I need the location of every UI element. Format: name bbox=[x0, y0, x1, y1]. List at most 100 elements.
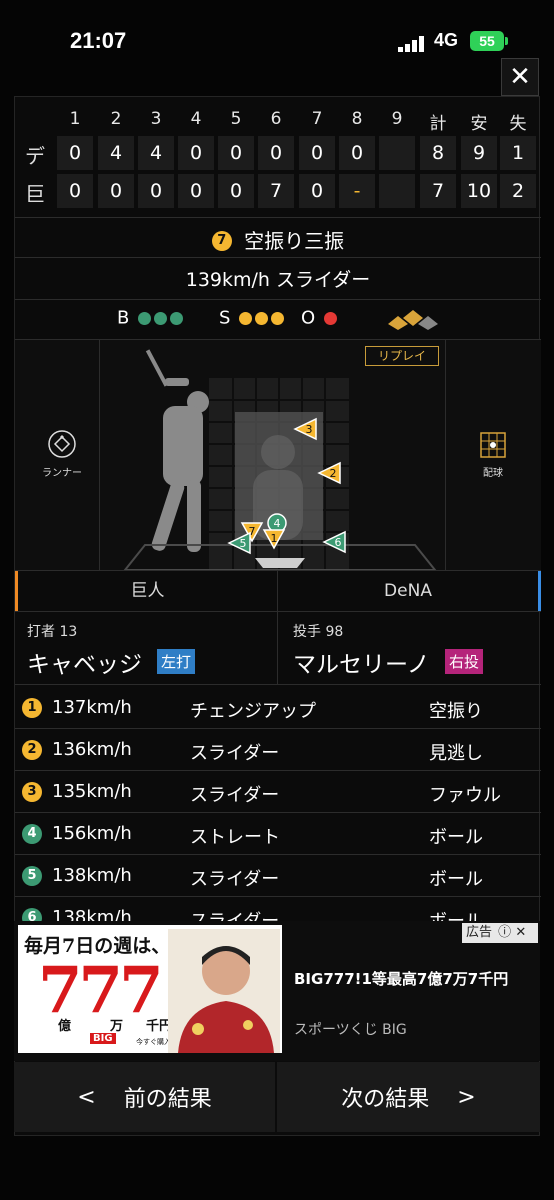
pitch-marker-number: 4 bbox=[274, 517, 281, 530]
ad-banner[interactable]: 毎月7日の週は、 777 億 万 千円 BIG 今すぐ購入！ 広告 ⓘ ✕ BI… bbox=[14, 921, 540, 1061]
inning-header: 7 bbox=[311, 109, 323, 129]
close-icon: ✕ bbox=[509, 62, 531, 92]
pitch-row[interactable]: 1 137km/h チェンジアップ 空振り bbox=[15, 687, 541, 729]
out-count: O bbox=[301, 307, 337, 333]
score-cell: 1 bbox=[500, 136, 536, 170]
score-cell: - bbox=[339, 174, 375, 208]
score-cell: 7 bbox=[420, 174, 456, 208]
inning-header: 9 bbox=[391, 109, 403, 129]
pitcher-name[interactable]: マルセリーノ bbox=[293, 645, 430, 679]
ad-close-icon[interactable]: ✕ bbox=[515, 925, 526, 940]
battery-icon: 55 bbox=[470, 31, 504, 51]
close-button[interactable]: ✕ bbox=[501, 58, 539, 96]
ad-title[interactable]: BIG777!1等最高7億7万7千円 bbox=[294, 969, 530, 990]
score-cell: 4 bbox=[98, 136, 134, 170]
chevron-right-icon: > bbox=[457, 1084, 476, 1110]
pitch-chart-label: 配球 bbox=[483, 468, 503, 479]
inning-header: 5 bbox=[230, 109, 242, 129]
pitch-result: ファウル bbox=[429, 785, 501, 806]
pitch-speed: 138km/h bbox=[52, 907, 132, 921]
tab-home-team[interactable]: 巨人 bbox=[15, 571, 277, 611]
next-result-button[interactable]: 次の結果 > bbox=[277, 1062, 540, 1132]
pitch-row[interactable]: 2 136km/h スライダー 見逃し bbox=[15, 729, 541, 771]
inning-header: 安 bbox=[470, 114, 488, 134]
pitcher-hand-badge: 右投 bbox=[445, 649, 484, 674]
pitch-speed: 136km/h bbox=[52, 739, 132, 760]
batter-label: 打者 13 bbox=[27, 624, 78, 640]
pitch-zone-area: リプレイ ランナー 配球 3 2 4 7 1 5 6 bbox=[15, 340, 541, 570]
batter-name[interactable]: キャベッジ bbox=[27, 645, 142, 679]
pitch-type: チェンジアップ bbox=[190, 701, 316, 722]
pitch-number-badge: 7 bbox=[211, 230, 232, 251]
pitch-marker-number: 1 bbox=[271, 532, 278, 545]
score-cell: 0 bbox=[218, 136, 254, 170]
outs-label: O bbox=[301, 307, 316, 329]
pitch-marker: 1 bbox=[262, 529, 286, 550]
pitch-number-badge: 6 bbox=[22, 908, 42, 921]
ball-dot bbox=[170, 311, 184, 325]
pitch-result: 空振り bbox=[429, 701, 483, 722]
pitch-row[interactable]: 3 135km/h スライダー ファウル bbox=[15, 771, 541, 813]
ad-image[interactable]: 毎月7日の週は、 777 億 万 千円 BIG 今すぐ購入！ bbox=[18, 925, 282, 1053]
prev-result-button[interactable]: < 前の結果 bbox=[14, 1062, 275, 1132]
prev-result-label: 前の結果 bbox=[123, 1087, 212, 1112]
strike-dot bbox=[271, 311, 285, 325]
pitch-chart-button[interactable]: 配球 bbox=[473, 432, 513, 479]
pitch-marker-number: 6 bbox=[335, 536, 342, 549]
pitch-type: ストレート bbox=[190, 827, 280, 848]
balls-label: B bbox=[117, 307, 130, 329]
pitch-marker: 3 bbox=[293, 417, 317, 441]
pitch-row[interactable]: 5 138km/h スライダー ボール bbox=[15, 855, 541, 897]
strike-dot bbox=[239, 311, 253, 325]
pitch-marker-number: 2 bbox=[330, 467, 337, 480]
pitch-speed: 137km/h bbox=[52, 697, 132, 718]
ad-unit-oku: 億 bbox=[58, 1019, 72, 1034]
runner-button[interactable]: ランナー bbox=[37, 430, 87, 479]
batter-hand-badge: 左打 bbox=[157, 649, 196, 674]
ball-dot bbox=[154, 311, 168, 325]
inning-header: 3 bbox=[150, 109, 162, 129]
network-type: 4G bbox=[434, 30, 459, 50]
ad-badge[interactable]: 広告 ⓘ ✕ bbox=[462, 923, 538, 943]
pitch-number-badge: 3 bbox=[22, 782, 42, 802]
ad-info-icon[interactable]: ⓘ bbox=[498, 925, 511, 940]
ball-count: B bbox=[117, 307, 184, 333]
pitch-result: 見逃し bbox=[429, 743, 483, 764]
bases-icon bbox=[388, 310, 438, 330]
score-cell: 0 bbox=[339, 136, 375, 170]
next-result-label: 次の結果 bbox=[341, 1087, 430, 1112]
ad-banner-number: 777 bbox=[38, 953, 164, 1028]
score-cell bbox=[379, 174, 415, 208]
ad-person-photo bbox=[168, 929, 280, 1053]
pitch-result: ボール bbox=[429, 827, 483, 848]
strikes-label: S bbox=[219, 307, 231, 329]
pitch-result: ボール bbox=[429, 869, 483, 890]
score-cell: 9 bbox=[461, 136, 497, 170]
score-cell: 7 bbox=[258, 174, 294, 208]
inning-header: 4 bbox=[190, 109, 202, 129]
pitch-markers: 324715 6 bbox=[227, 417, 346, 555]
score-cell: 0 bbox=[218, 174, 254, 208]
ad-unit-man: 万 bbox=[110, 1019, 124, 1034]
pitch-grid-icon bbox=[480, 432, 506, 458]
battery-tip bbox=[505, 37, 508, 45]
chevron-left-icon: < bbox=[77, 1084, 96, 1110]
inning-header: 6 bbox=[270, 109, 282, 129]
score-cell: 0 bbox=[98, 174, 134, 208]
pitch-row[interactable]: 6 138km/h スライダー ボール bbox=[15, 897, 541, 921]
score-cell: 0 bbox=[57, 136, 93, 170]
pitcher-label: 投手 98 bbox=[293, 624, 344, 640]
pitch-number-badge: 1 bbox=[22, 698, 42, 718]
scoreboard: 123456789計安失 デ 0 4 4 0 0 0 0 0 8 9 1 巨 0 0 0 0 0 7 0-7 10 2 bbox=[15, 97, 541, 217]
score-cell: 0 bbox=[258, 136, 294, 170]
at-bat-result: 7 空振り三振 bbox=[15, 224, 541, 254]
tab-away-team[interactable]: DeNA bbox=[278, 571, 541, 611]
pitch-type: スライダー bbox=[190, 743, 280, 764]
pitch-number-badge: 4 bbox=[22, 824, 42, 844]
pitch-row[interactable]: 4 156km/h ストレート ボール bbox=[15, 813, 541, 855]
ad-label: 広告 bbox=[466, 925, 493, 940]
diamond-icon bbox=[48, 430, 76, 458]
score-cell: 10 bbox=[461, 174, 497, 208]
score-cell: 0 bbox=[299, 136, 335, 170]
result-text: 空振り三振 bbox=[244, 228, 345, 253]
